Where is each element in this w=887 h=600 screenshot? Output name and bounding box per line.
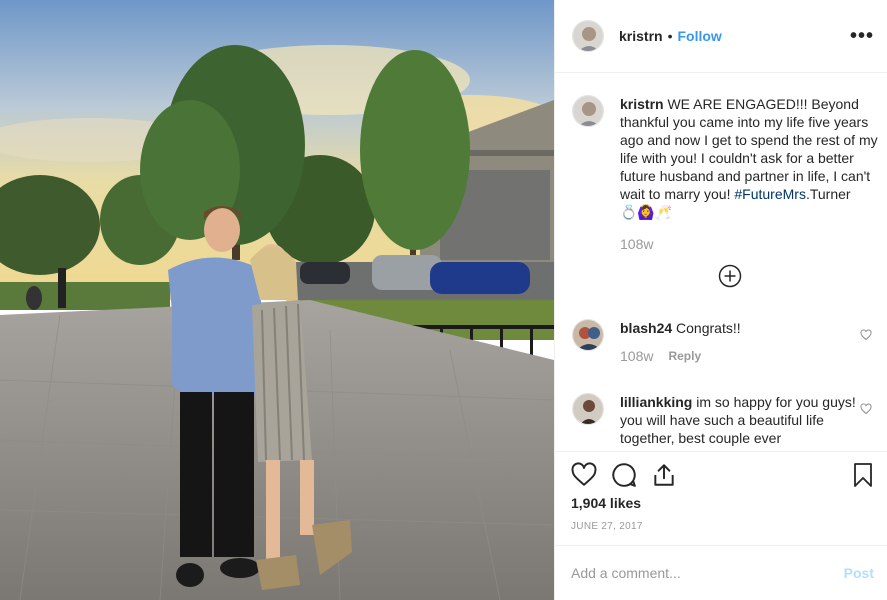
caption-timestamp[interactable]: 108w <box>620 235 882 253</box>
caption-username[interactable]: kristrn <box>620 96 664 112</box>
commenter-avatar[interactable] <box>572 393 604 425</box>
author-username[interactable]: kristrn <box>619 28 663 44</box>
comment-heart-icon[interactable] <box>860 329 872 341</box>
comment-body: lilliankking im so happy for you guys! y… <box>620 393 864 447</box>
caption-hashtag-suffix: .Turner <box>805 186 851 202</box>
comments-list[interactable]: kristrn WE ARE ENGAGED!!! Beyond thankfu… <box>555 73 887 451</box>
photo-illustration <box>0 0 554 600</box>
caption: kristrn WE ARE ENGAGED!!! Beyond thankfu… <box>572 95 882 253</box>
more-options-icon[interactable]: ••• <box>850 22 874 50</box>
action-icons <box>569 462 874 490</box>
share-icon[interactable] <box>651 462 677 488</box>
follow-button[interactable]: Follow <box>677 28 721 44</box>
caption-hashtag[interactable]: #FutureMrs <box>734 186 806 202</box>
author-avatar[interactable] <box>572 20 604 52</box>
post-header: kristrn • Follow ••• <box>555 0 887 73</box>
caption-emojis: 💍🙆‍♀️🥂 <box>620 204 673 220</box>
post-photo[interactable] <box>0 0 554 600</box>
avatar-image <box>573 96 603 126</box>
post-sidebar: kristrn • Follow ••• kristrn WE ARE ENGA… <box>554 0 887 600</box>
comment-input[interactable] <box>571 563 826 583</box>
avatar-image <box>573 320 603 350</box>
post-date[interactable]: JUNE 27, 2017 <box>571 521 643 532</box>
comment-text: Congrats!! <box>676 320 741 336</box>
comment-item: blash24 Congrats!! 108w Reply <box>572 319 882 365</box>
bookmark-icon[interactable] <box>851 462 875 488</box>
caption-text-block: kristrn WE ARE ENGAGED!!! Beyond thankfu… <box>620 95 882 253</box>
post-actions <box>555 451 887 487</box>
plus-circle-icon <box>718 264 742 288</box>
load-more-comments-button[interactable] <box>718 264 742 288</box>
commenter-avatar[interactable] <box>572 319 604 351</box>
comment-timestamp[interactable]: 108w <box>620 347 653 365</box>
heart-icon[interactable] <box>571 462 597 488</box>
comment-username[interactable]: blash24 <box>620 320 672 336</box>
comment-heart-icon[interactable] <box>860 403 872 415</box>
caption-avatar[interactable] <box>572 95 604 127</box>
comment-username[interactable]: lilliankking <box>620 394 692 410</box>
comment-composer: Post <box>555 545 887 600</box>
reply-button[interactable]: Reply <box>668 347 701 365</box>
comment-bubble-icon[interactable] <box>611 462 637 488</box>
avatar-image <box>573 21 603 51</box>
post-comment-button[interactable]: Post <box>844 565 874 581</box>
comment-item: lilliankking im so happy for you guys! y… <box>572 393 882 447</box>
comment-meta: 108w Reply <box>620 347 864 365</box>
likes-count[interactable]: 1,904 likes <box>571 495 641 511</box>
avatar-image <box>573 394 603 424</box>
separator-dot: • <box>667 28 673 44</box>
comment-body: blash24 Congrats!! 108w Reply <box>620 319 864 365</box>
